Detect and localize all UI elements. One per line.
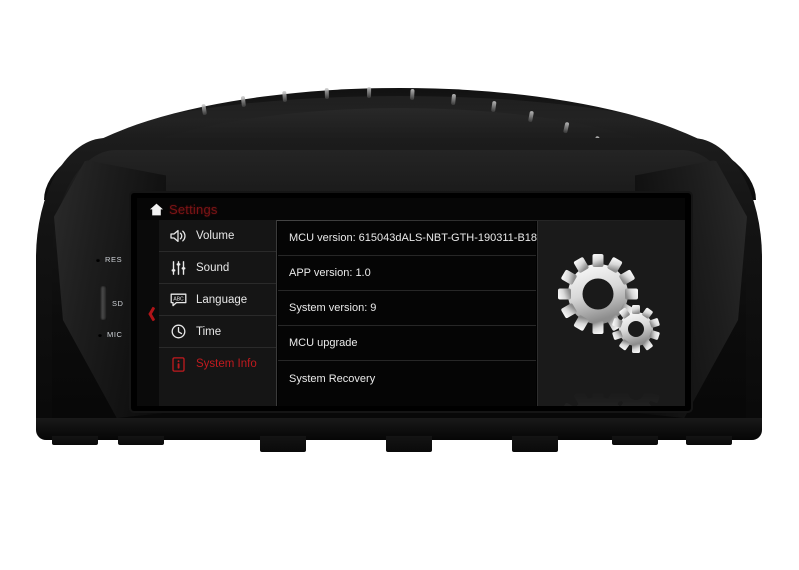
- sidebar-item-label: System Info: [196, 358, 257, 370]
- list-item-label: MCU version: 615043dALS-NBT-GTH-190311-B…: [289, 232, 538, 244]
- app-titlebar: Settings: [137, 198, 685, 220]
- list-item[interactable]: MCU version: 615043dALS-NBT-GTH-190311-B…: [278, 221, 538, 256]
- back-rail[interactable]: [137, 220, 159, 406]
- page-title: Settings: [169, 201, 218, 217]
- sidebar-item-language[interactable]: ABC Language: [159, 284, 276, 316]
- sidebar-item-volume[interactable]: Volume: [159, 220, 276, 252]
- gears-icon-main: [557, 253, 666, 363]
- info-document-icon: [170, 356, 187, 372]
- svg-text:ABC: ABC: [173, 296, 184, 302]
- mount-tab: [686, 436, 732, 445]
- list-item-label: APP version: 1.0: [289, 267, 371, 279]
- screenshot-root: RES SD MIC Settings Volume Sound ABC Langua…: [0, 0, 799, 570]
- mount-tab: [118, 436, 164, 445]
- list-item-label: System version: 9: [289, 302, 377, 314]
- mic-label: MIC: [107, 330, 123, 339]
- sidebar-item-time[interactable]: Time: [159, 316, 276, 348]
- sd-label: SD: [112, 299, 124, 308]
- chevron-left-icon[interactable]: [144, 306, 153, 321]
- speaker-volume-icon: [170, 228, 187, 244]
- mount-tab: [52, 436, 98, 445]
- system-info-list[interactable]: MCU version: 615043dALS-NBT-GTH-190311-B…: [278, 221, 538, 406]
- clock-icon: [170, 324, 187, 340]
- sidebar-item-system-info[interactable]: System Info: [159, 348, 276, 380]
- mic-pinhole: [98, 333, 102, 337]
- sidebar-item-label: Language: [196, 293, 248, 306]
- list-item[interactable]: System version: 9: [278, 291, 536, 326]
- abc-speech-bubble-icon: ABC: [170, 292, 187, 308]
- home-icon[interactable]: [149, 203, 164, 216]
- sidebar-item-label: Volume: [196, 229, 235, 242]
- res-label: RES: [105, 255, 123, 264]
- sidebar-item-label: Time: [196, 325, 222, 338]
- mount-tab: [260, 436, 306, 452]
- mount-tab: [386, 436, 432, 452]
- sidebar-item-label: Sound: [196, 261, 230, 274]
- sidebar-item-sound[interactable]: Sound: [159, 252, 276, 284]
- mount-tab: [512, 436, 558, 452]
- illustration-pane: [537, 221, 685, 406]
- sd-card-slot[interactable]: [100, 286, 107, 320]
- list-item[interactable]: System Recovery: [278, 361, 536, 396]
- res-pinhole[interactable]: [96, 258, 100, 262]
- list-item-label: System Recovery: [289, 372, 376, 385]
- list-item-label: MCU upgrade: [289, 337, 358, 349]
- gears-icon-reflection: [558, 358, 666, 406]
- mount-tab: [612, 436, 658, 445]
- list-item[interactable]: MCU upgrade: [278, 326, 536, 361]
- equalizer-sliders-icon: [170, 260, 187, 276]
- gears-settings-icon: [552, 244, 672, 406]
- display-screen[interactable]: Settings Volume Sound ABC Language Time Syste…: [137, 198, 685, 406]
- list-item[interactable]: APP version: 1.0: [278, 256, 536, 291]
- settings-sidebar[interactable]: Volume Sound ABC Language Time System Info: [159, 220, 277, 406]
